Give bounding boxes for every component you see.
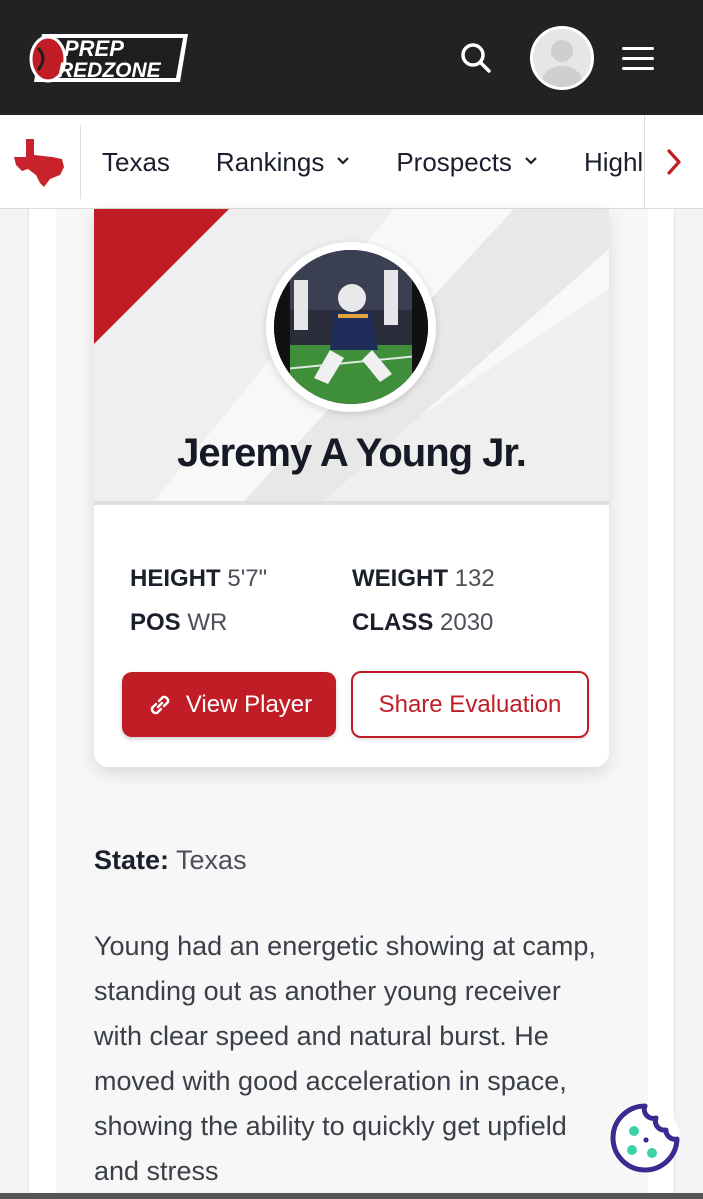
view-player-label: View Player [185,690,313,718]
nav-item-label: Texas [102,146,170,177]
stat-label: WEIGHT [352,565,448,592]
stat-value: 2030 [440,609,494,636]
state-value: Texas [176,845,247,875]
evaluation-text: Young had an energetic showing at camp, … [94,931,596,1186]
secondary-nav: Texas Rankings Prospects Highlights [0,115,703,209]
bottom-edge [0,1193,703,1199]
nav-item-texas[interactable]: Texas [102,147,170,178]
player-photo-frame [266,242,436,412]
stat-label: POS [130,609,181,636]
chevron-down-icon [524,153,538,171]
view-player-button[interactable]: View Player [122,672,336,737]
texas-state-icon[interactable] [12,137,68,189]
nav-divider [80,125,81,199]
nav-item-prospects[interactable]: Prospects [396,147,538,178]
player-photo[interactable] [274,250,428,404]
stat-value: WR [187,609,228,636]
user-avatar[interactable] [530,26,594,90]
link-icon [150,695,170,714]
share-evaluation-button[interactable]: Share Evaluation [351,671,589,738]
stat-position: POS WR [130,609,227,637]
share-evaluation-label: Share Evaluation [378,690,562,718]
stat-value: 132 [454,565,495,592]
player-name: Jeremy A Young Jr. [177,431,527,475]
nav-item-label: Prospects [396,146,512,177]
nav-items: Texas Rankings Prospects Highlights [102,115,703,208]
stat-height: HEIGHT 5'7" [130,565,267,593]
cookie-icon [610,1103,680,1173]
search-button[interactable] [452,34,500,82]
chevron-right-icon [667,149,681,175]
search-icon [461,43,491,73]
logo-text-top: PREP [64,36,124,61]
nav-item-label: Rankings [215,146,325,177]
nav-item-rankings[interactable]: Rankings [216,147,350,178]
logo-text-bottom: REDZONE [58,59,162,82]
player-card: Jeremy A Young Jr. HEIGHT 5'7" WEIGHT 13… [94,209,609,767]
hamburger-menu-icon[interactable] [616,36,660,80]
nav-scroll-right-button[interactable] [644,115,703,208]
stat-label: HEIGHT [130,565,221,592]
stat-weight: WEIGHT 132 [352,565,495,593]
chevron-down-icon [336,153,350,171]
card-divider [94,501,609,505]
stat-label: CLASS [352,609,434,636]
player-card-hero: Jeremy A Young Jr. [94,209,609,501]
article-state: State: Texas [94,845,247,876]
stat-class: CLASS 2030 [352,609,493,637]
cookie-settings-button[interactable] [608,1101,682,1175]
prep-redzone-logo[interactable]: PREP REDZONE [28,30,190,86]
user-avatar-icon [533,29,591,87]
top-header: PREP REDZONE [0,0,703,115]
stat-value: 5'7" [227,565,268,592]
state-label: State: [94,845,170,875]
